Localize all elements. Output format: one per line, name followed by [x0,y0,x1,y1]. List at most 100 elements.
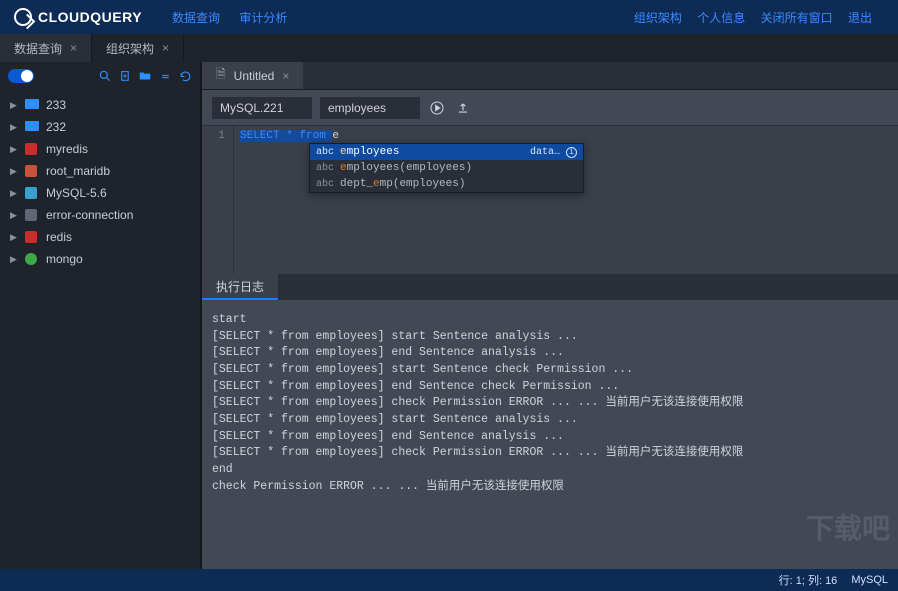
editor-tab-label: Untitled [234,69,275,83]
caret-icon: ▶ [10,188,18,199]
close-icon[interactable]: × [70,41,77,55]
tree-label: mongo [46,252,83,266]
tree-item-myredis[interactable]: ▶ myredis [0,138,200,160]
ac-rest: mployees [347,146,400,158]
content: ▶ 233 ▶ 232 ▶ myredis ▶ root_maridb ▶ MySQL-5… [0,62,898,569]
ac-type-icon: abc [316,179,334,190]
sidebar-toolbar [0,62,200,90]
ac-rest: mp(employees) [380,178,466,190]
tab-label: 组织架构 [106,40,154,57]
redis-icon [25,231,39,243]
nav-logout[interactable]: 退出 [848,11,872,25]
caret-icon: ▶ [10,232,18,243]
tree-label: 233 [46,98,66,112]
app-header: CLOUDQUERY 数据查询 审计分析 组织架构 个人信息 关闭所有窗口 退出 [0,0,898,34]
ac-meta: data… [530,147,560,158]
refresh-icon[interactable] [178,69,192,83]
sql-keywords: SELECT * from [240,130,332,142]
nav-close-all[interactable]: 关闭所有窗口 [761,11,833,25]
cursor-position: 行: 1; 列: 16 [779,572,838,588]
nav-org[interactable]: 组织架构 [634,11,682,25]
editor-column: 🗎 Untitled × MySQL.221 employees 1 SELEC… [200,62,898,569]
db-icon [25,209,39,221]
database-select[interactable]: employees [320,97,420,119]
close-icon[interactable]: × [162,41,169,55]
search-icon[interactable] [98,69,112,83]
status-bar: 行: 1; 列: 16 MySQL [0,569,898,591]
folder-icon [25,121,39,133]
tab-label: 数据查询 [14,40,62,57]
nav-right: 组织架构 个人信息 关闭所有窗口 退出 [634,9,884,26]
editor-tab-bar: 🗎 Untitled × [202,62,898,90]
caret-icon: ▶ [10,254,18,265]
tree-item-error-conn[interactable]: ▶ error-connection [0,204,200,226]
tree-label: redis [46,230,72,244]
folder-icon[interactable] [138,69,152,83]
tree-label: MySQL-5.6 [46,186,107,200]
ac-rest: mployees(employees) [347,162,472,174]
ac-match: e [340,162,347,174]
code-content[interactable]: SELECT * from e abc employees data… i ab… [234,126,898,274]
tree-label: 232 [46,120,66,134]
sidebar-toggle[interactable] [8,69,34,83]
main-tab-bar: 数据查询 × 组织架构 × [0,34,898,62]
query-toolbar: MySQL.221 employees [202,90,898,126]
log-output[interactable]: start [SELECT * from employees] start Se… [202,300,898,569]
ac-type-icon: abc [316,147,334,158]
collapse-icon[interactable] [158,69,172,83]
datasource-value: MySQL.221 [220,101,283,115]
file-icon: 🗎 [216,65,226,86]
ac-match: e [340,146,347,158]
logo-icon [14,8,32,26]
caret-icon: ▶ [10,100,18,111]
caret-icon: ▶ [10,166,18,177]
new-file-icon[interactable] [118,69,132,83]
redis-icon [25,143,39,155]
tree-label: root_maridb [46,164,110,178]
autocomplete-item[interactable]: abc employees data… i [310,144,583,160]
caret-icon: ▶ [10,144,18,155]
mariadb-icon [25,165,39,177]
info-icon[interactable]: i [566,147,577,158]
editor-tab-untitled[interactable]: 🗎 Untitled × [202,62,303,89]
tree-label: myredis [46,142,88,156]
folder-icon [25,99,39,111]
line-gutter: 1 [202,126,234,274]
database-value: employees [328,101,386,115]
sidebar: ▶ 233 ▶ 232 ▶ myredis ▶ root_maridb ▶ MySQL-5… [0,62,200,569]
tree-item-redis[interactable]: ▶ redis [0,226,200,248]
logo: CLOUDQUERY [14,8,142,26]
run-button[interactable] [428,99,446,117]
tree-item-233[interactable]: ▶ 233 [0,94,200,116]
ac-type-icon: abc [316,163,334,174]
close-icon[interactable]: × [282,69,289,83]
datasource-select[interactable]: MySQL.221 [212,97,312,119]
tree-item-mysql56[interactable]: ▶ MySQL-5.6 [0,182,200,204]
log-tab-bar: 执行日志 [202,274,898,300]
ac-match: e [373,178,380,190]
mongo-icon [25,253,39,265]
tree-item-232[interactable]: ▶ 232 [0,116,200,138]
tab-data-query[interactable]: 数据查询 × [0,34,92,62]
upload-button[interactable] [454,99,472,117]
caret-icon: ▶ [10,122,18,133]
log-tab-label: 执行日志 [216,278,264,295]
sql-editor[interactable]: 1 SELECT * from e abc employees data… i … [202,126,898,274]
nav-audit[interactable]: 审计分析 [239,11,287,25]
nav-profile[interactable]: 个人信息 [697,11,745,25]
db-engine: MySQL [851,574,888,586]
tree-item-mongo[interactable]: ▶ mongo [0,248,200,270]
mysql-icon [25,187,39,199]
tree-label: error-connection [46,208,133,222]
tree-item-root-maridb[interactable]: ▶ root_maridb [0,160,200,182]
connection-tree: ▶ 233 ▶ 232 ▶ myredis ▶ root_maridb ▶ MySQL-5… [0,90,200,274]
sql-input-tail: e [332,130,339,142]
autocomplete-item[interactable]: abc employees(employees) [310,160,583,176]
log-tab-exec[interactable]: 执行日志 [202,274,278,300]
logo-text: CLOUDQUERY [38,9,142,25]
tab-org[interactable]: 组织架构 × [92,34,184,62]
autocomplete-item[interactable]: abc dept_emp(employees) [310,176,583,192]
nav-left: 数据查询 审计分析 [172,9,303,26]
caret-icon: ▶ [10,210,18,221]
nav-data-query[interactable]: 数据查询 [172,11,220,25]
